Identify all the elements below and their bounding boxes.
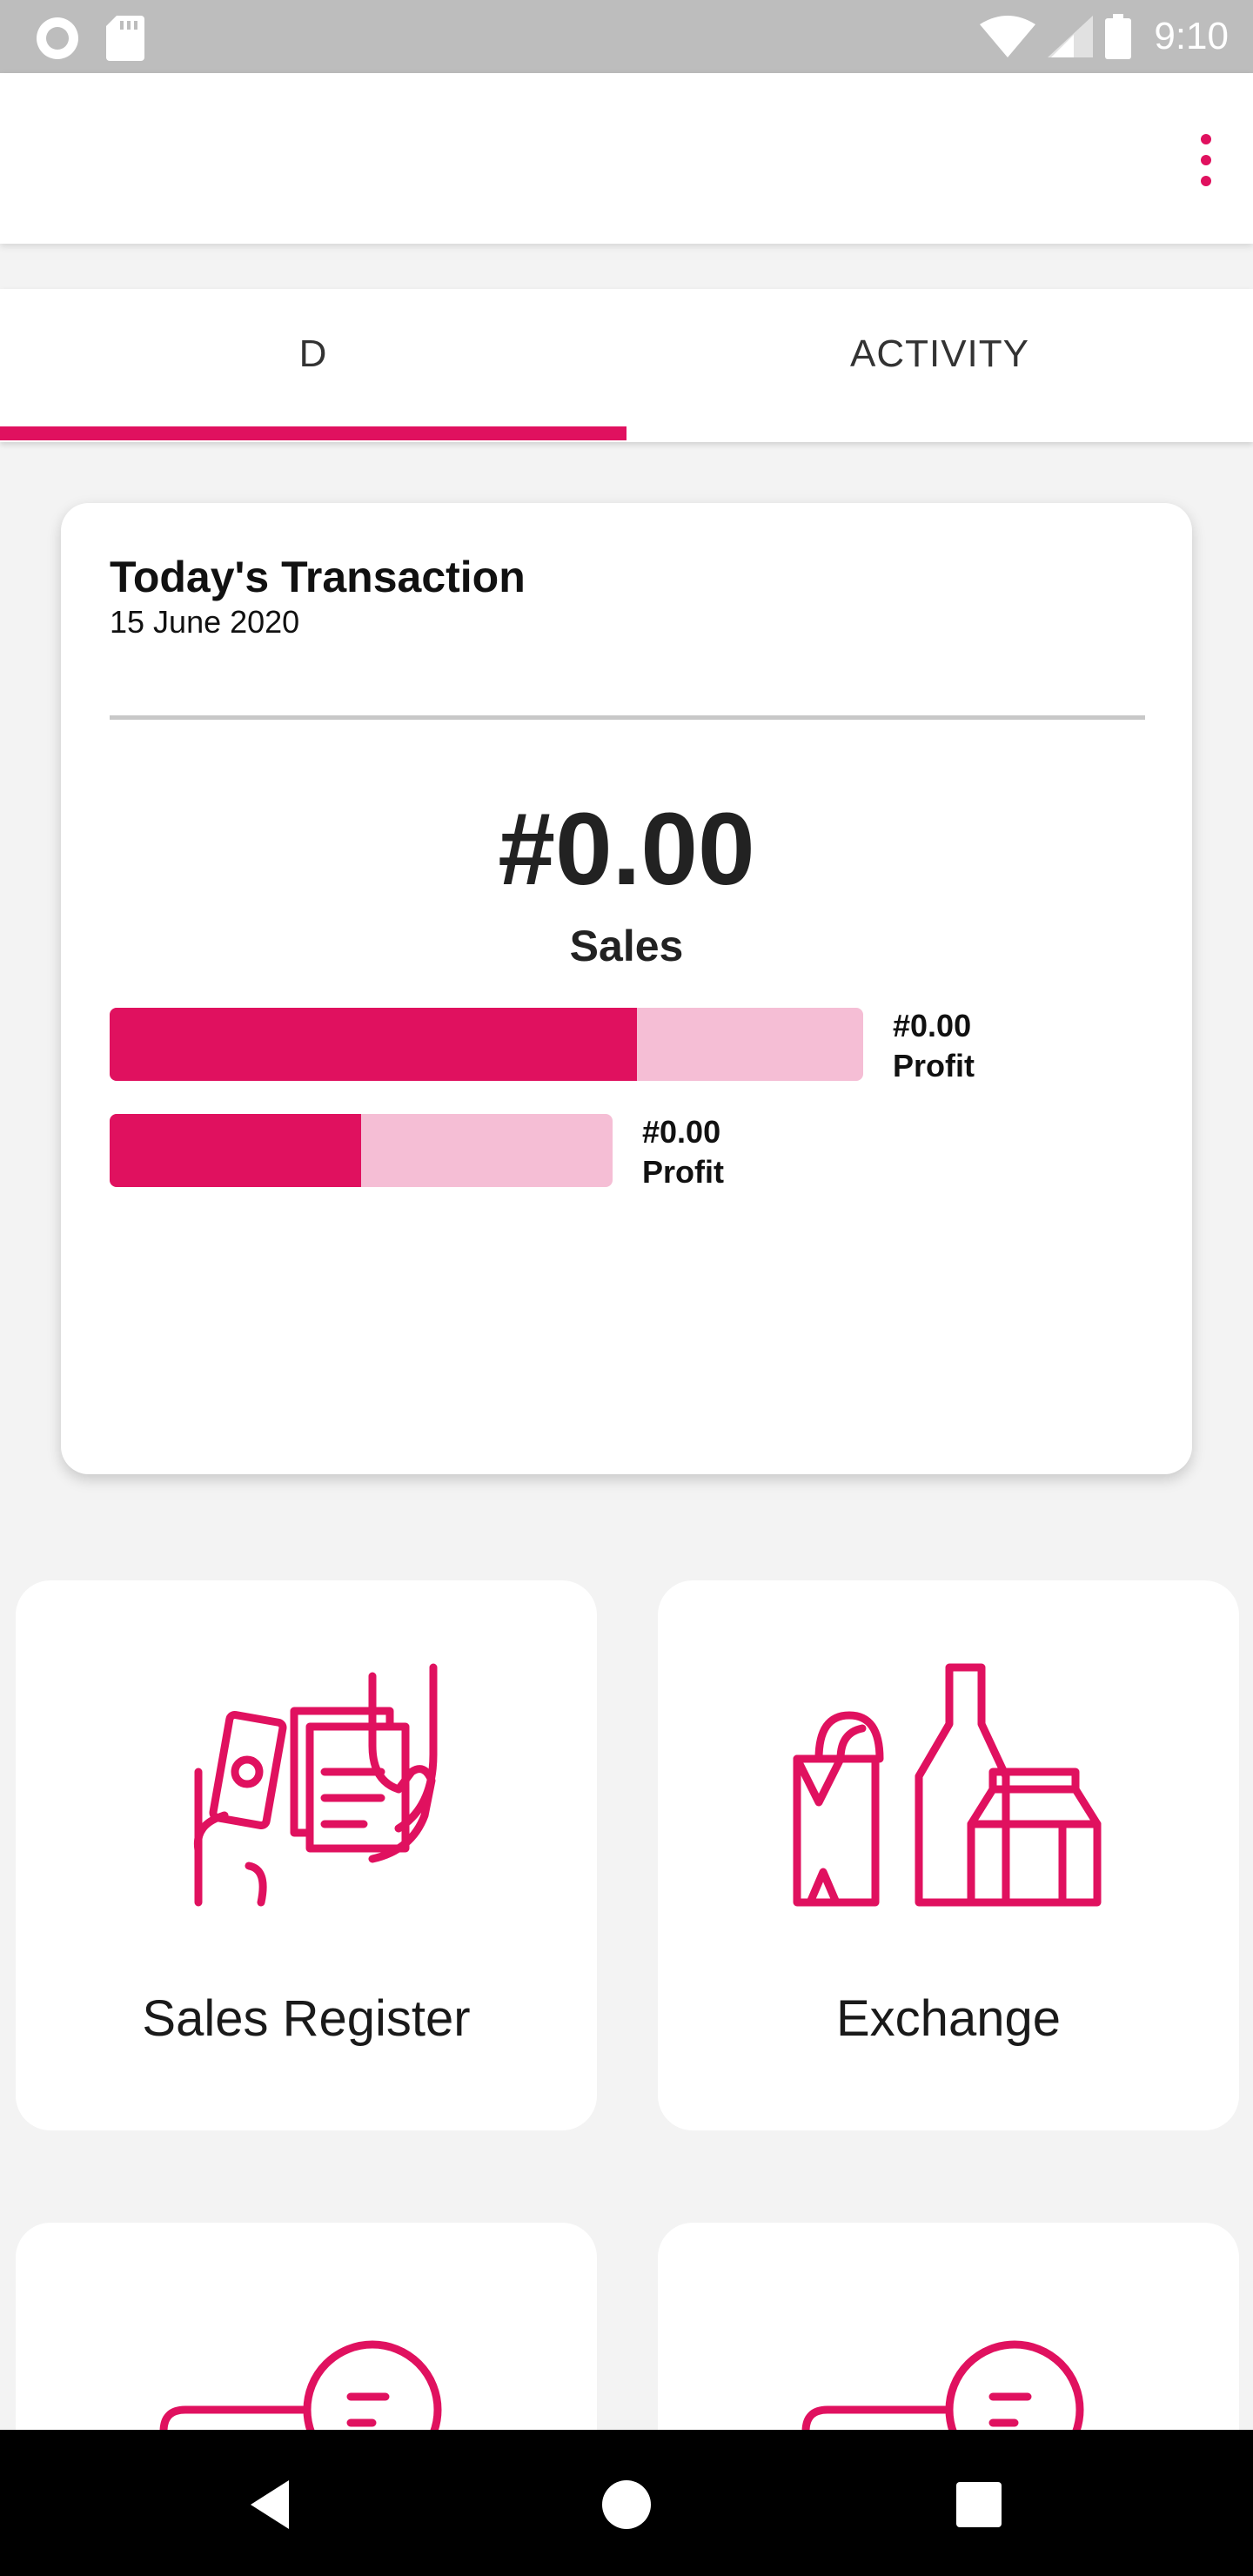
cash-payment-icon	[193, 1663, 438, 1907]
sd-card-icon	[106, 16, 144, 61]
tile-label: Sales Register	[142, 1990, 471, 2047]
card-divider	[110, 715, 1145, 720]
profit-amount: #0.00	[642, 1114, 721, 1150]
status-bar: 9:10	[0, 0, 1253, 73]
home-icon[interactable]	[592, 2470, 661, 2539]
profit-label: Profit	[893, 1048, 975, 1083]
app-screen: 9:10 D ACTIVITY Today's Transaction 15 J…	[0, 0, 1253, 2576]
profit-bar-caption: #0.00 Profit	[893, 1006, 975, 1086]
circle-notification-icon	[37, 17, 78, 59]
back-icon[interactable]	[235, 2470, 305, 2539]
battery-icon	[1105, 14, 1132, 59]
sales-label: Sales	[569, 922, 684, 970]
profit-bar-caption: #0.00 Profit	[642, 1112, 724, 1192]
navigation-bar	[0, 2430, 1253, 2576]
groceries-icon	[793, 1663, 1102, 1907]
more-vert-icon[interactable]	[1183, 125, 1227, 195]
exchange-tile[interactable]: Exchange	[658, 1580, 1239, 2130]
profit-bar	[110, 1114, 613, 1187]
tab-indicator	[0, 426, 626, 440]
tile-label: Exchange	[836, 1990, 1061, 2047]
tab-activity[interactable]: ACTIVITY	[626, 289, 1253, 442]
card-title: Today's Transaction	[110, 553, 526, 601]
sales-amount: #0.00	[498, 792, 755, 907]
sales-register-tile[interactable]: Sales Register	[16, 1580, 597, 2130]
wifi-icon	[980, 16, 1036, 57]
app-bar	[0, 73, 1253, 244]
profit-bar-fill	[110, 1008, 638, 1081]
tab-bar: D ACTIVITY	[0, 289, 1253, 442]
cellular-signal-icon	[1048, 16, 1094, 57]
profit-amount: #0.00	[893, 1008, 972, 1043]
transaction-card: Today's Transaction 15 June 2020 #0.00 S…	[61, 503, 1192, 1474]
profit-bar	[110, 1008, 863, 1081]
profit-label: Profit	[642, 1154, 724, 1190]
profit-bar-fill	[110, 1114, 361, 1187]
recents-icon[interactable]	[944, 2470, 1014, 2539]
tab-d[interactable]: D	[0, 289, 626, 442]
status-time: 9:10	[1154, 15, 1229, 57]
card-date: 15 June 2020	[110, 604, 300, 640]
